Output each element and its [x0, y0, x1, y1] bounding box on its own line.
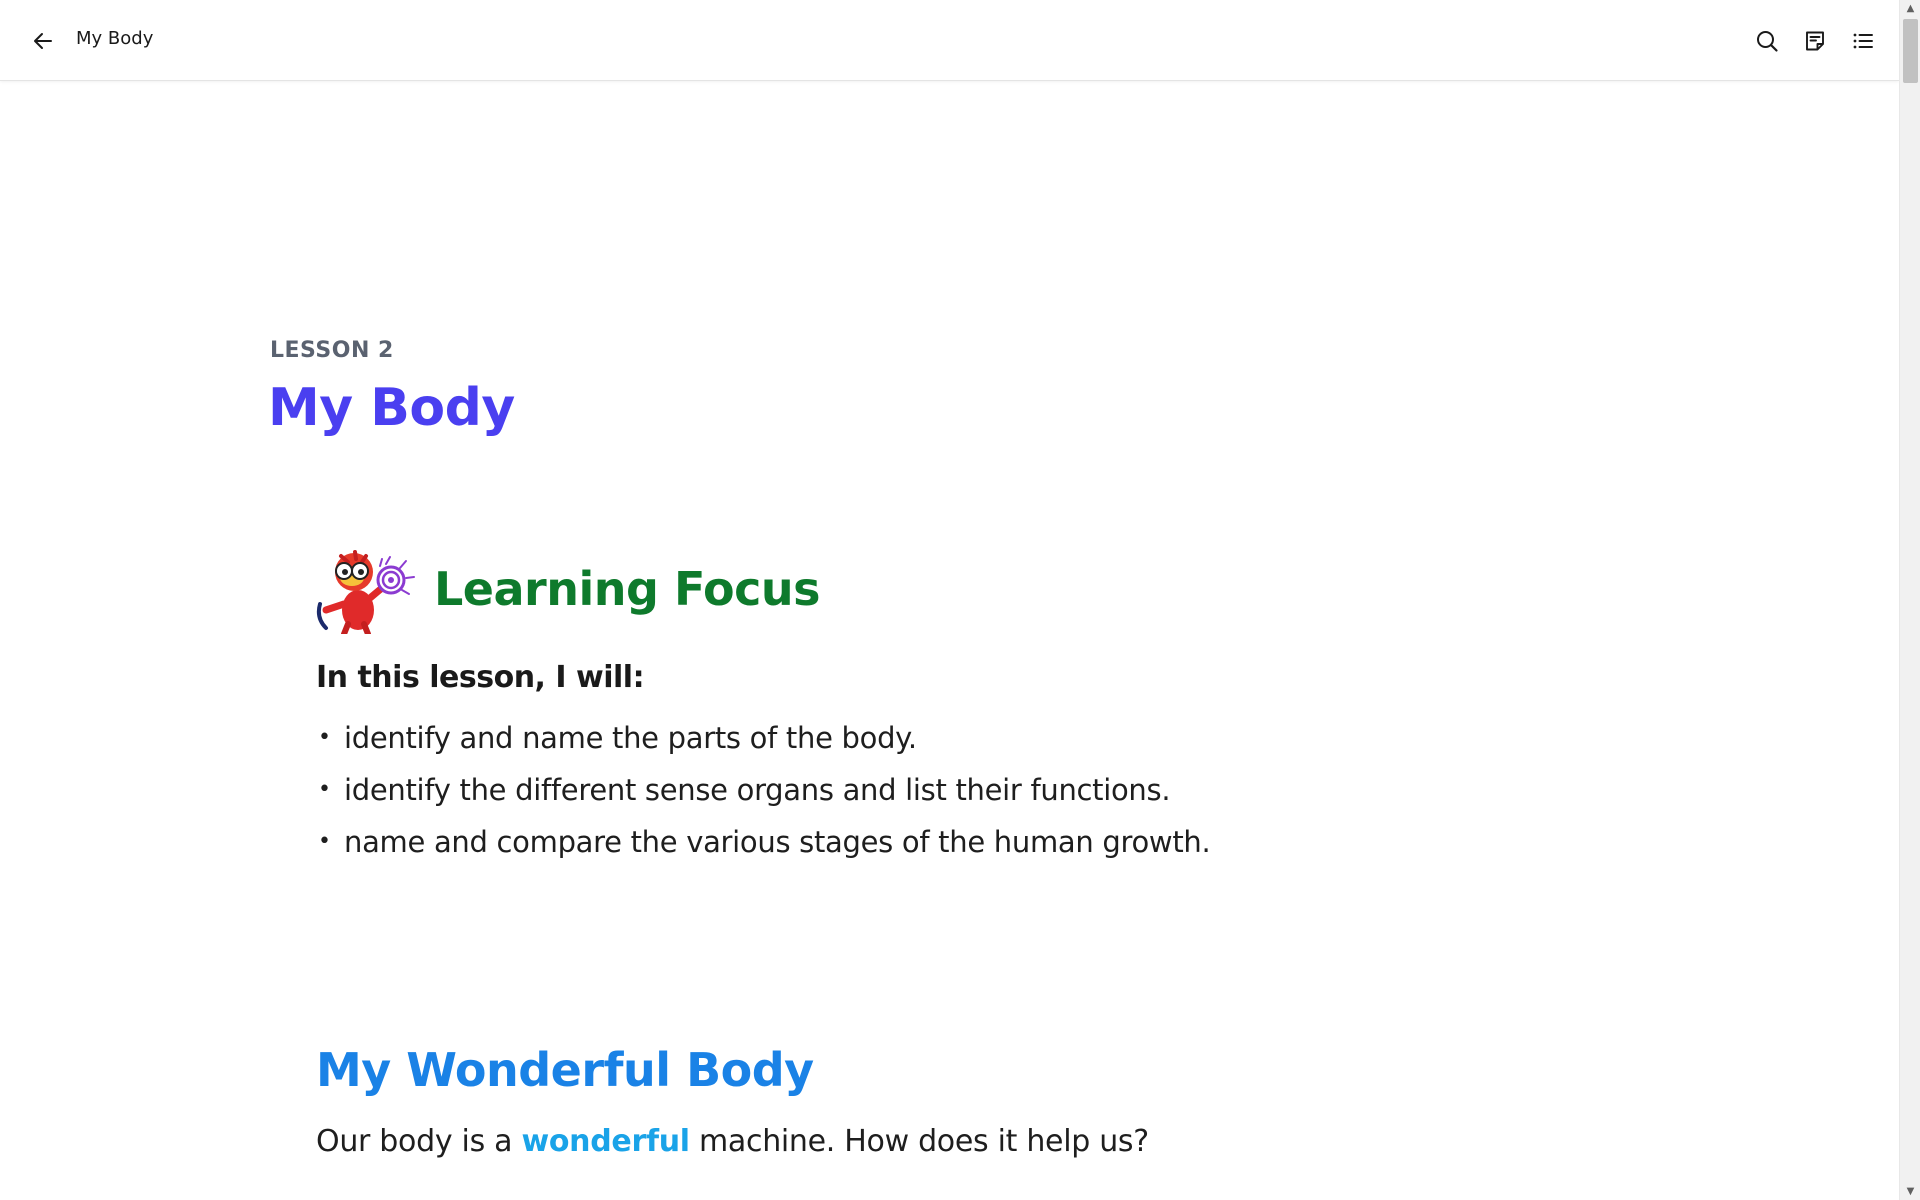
mascot-illustration-icon: [316, 550, 415, 634]
bullet-icon: •: [318, 829, 331, 854]
search-button[interactable]: [1750, 24, 1784, 58]
app-header: My Body: [0, 0, 1899, 81]
paragraph-text: machine. How does it help us?: [689, 1124, 1149, 1159]
lesson-number: LESSON 2: [270, 338, 394, 363]
objective-text: identify the different sense organs and …: [344, 773, 1171, 807]
glossary-term-link[interactable]: wonderful: [521, 1124, 690, 1159]
list-item: • identify the different sense organs and…: [318, 764, 1210, 816]
table-of-contents-button[interactable]: [1846, 24, 1880, 58]
bullet-icon: •: [318, 725, 331, 750]
vertical-scrollbar[interactable]: ▲ ▼: [1899, 0, 1920, 1200]
learning-focus-heading: Learning Focus: [434, 562, 821, 616]
paragraph-text: Our body is a: [316, 1124, 522, 1159]
reader-content: [0, 81, 1899, 1200]
back-button[interactable]: [26, 24, 60, 58]
scroll-up-arrow-icon[interactable]: ▲: [1900, 0, 1920, 17]
section-paragraph: Our body is a wonderful machine. How doe…: [316, 1124, 1149, 1159]
objective-text: identify and name the parts of the body.: [344, 721, 917, 755]
notes-button[interactable]: [1798, 24, 1832, 58]
scroll-down-arrow-icon[interactable]: ▼: [1900, 1183, 1920, 1200]
app-title: My Body: [76, 28, 154, 49]
list-item: • identify and name the parts of the body…: [318, 712, 1210, 764]
bullet-icon: •: [318, 777, 331, 802]
search-icon: [1757, 31, 1778, 52]
objectives-list: • identify and name the parts of the body…: [318, 712, 1211, 868]
notes-icon: [1806, 31, 1824, 51]
scroll-thumb[interactable]: [1903, 19, 1918, 83]
table-of-contents-icon: [1853, 33, 1873, 49]
arrow-left-icon: [34, 33, 52, 49]
objective-text: name and compare the various stages of t…: [344, 825, 1211, 859]
objectives-intro: In this lesson, I will:: [316, 660, 645, 695]
lesson-title: My Body: [268, 378, 515, 438]
section-heading: My Wonderful Body: [316, 1043, 814, 1097]
list-item: • name and compare the various stages of …: [318, 816, 1211, 868]
